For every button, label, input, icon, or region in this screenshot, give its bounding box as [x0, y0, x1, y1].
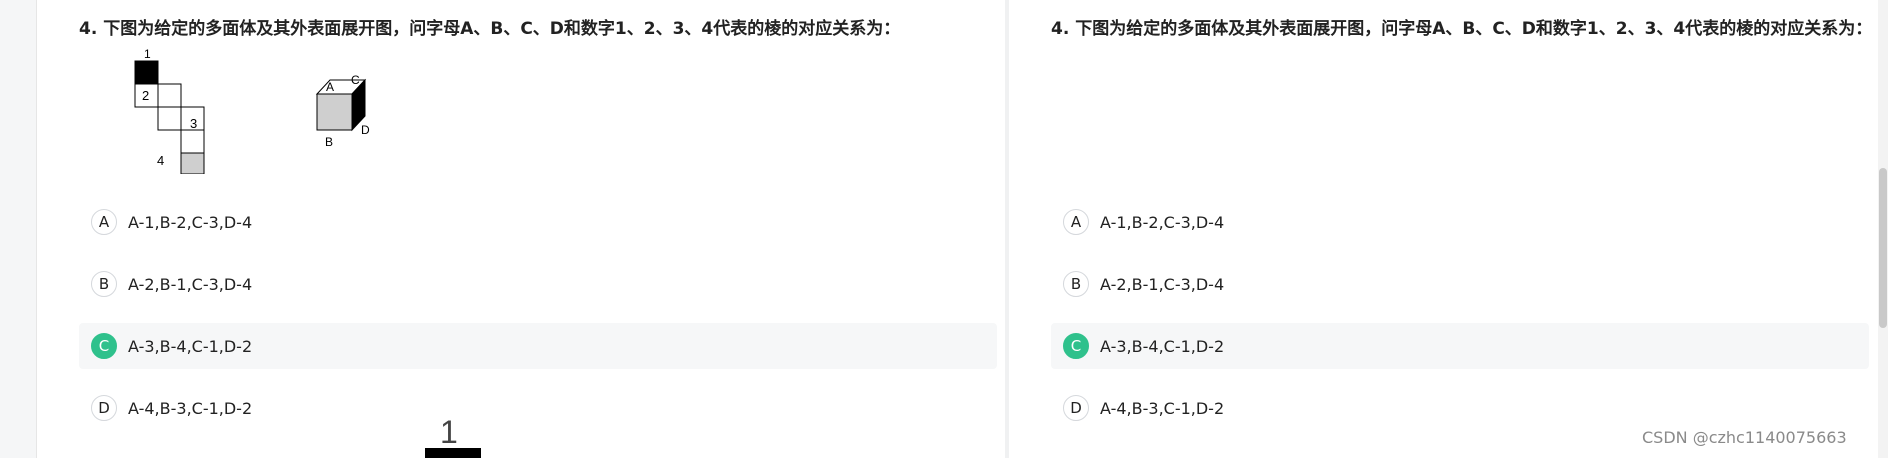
option-d[interactable]: D A-4,B-3,C-1,D-2: [79, 385, 997, 431]
option-d-right-badge[interactable]: D: [1063, 395, 1089, 421]
option-b-text: A-2,B-1,C-3,D-4: [128, 274, 253, 294]
net-label-3: 3: [190, 116, 197, 131]
question-panel-left: 4. 下图为给定的多面体及其外表面展开图，问字母A、B、C、D和数字1、2、3、…: [37, 0, 1005, 458]
option-d-right[interactable]: D A-4,B-3,C-1,D-2: [1051, 385, 1869, 431]
option-a-badge[interactable]: A: [91, 209, 117, 235]
option-a[interactable]: A A-1,B-2,C-3,D-4: [79, 199, 997, 245]
net-label-2: 2: [142, 88, 149, 103]
option-c-right-badge[interactable]: C: [1063, 333, 1089, 359]
option-d-right-text: A-4,B-3,C-1,D-2: [1100, 398, 1225, 418]
cube-label-c: C: [351, 73, 360, 87]
option-a-text: A-1,B-2,C-3,D-4: [128, 212, 253, 232]
cube-label-a: A: [326, 80, 334, 94]
option-c-text: A-3,B-4,C-1,D-2: [128, 336, 253, 356]
left-gutter: [0, 0, 37, 458]
cube-diagram: A C B D: [315, 73, 370, 149]
option-a-right[interactable]: A A-1,B-2,C-3,D-4: [1051, 199, 1869, 245]
question-panel-right: 4. 下图为给定的多面体及其外表面展开图，问字母A、B、C、D和数字1、2、3、…: [1009, 0, 1878, 458]
scrollbar-thumb[interactable]: [1879, 168, 1887, 328]
option-b-right-text: A-2,B-1,C-3,D-4: [1100, 274, 1225, 294]
net-label-1: 1: [144, 47, 151, 61]
option-a-right-badge[interactable]: A: [1063, 209, 1089, 235]
option-d-text: A-4,B-3,C-1,D-2: [128, 398, 253, 418]
cube-label-d: D: [361, 123, 370, 137]
option-c-badge[interactable]: C: [91, 333, 117, 359]
option-b-right-badge[interactable]: B: [1063, 271, 1089, 297]
net-label-4-holder: 4: [157, 153, 164, 168]
question-title-right: 4. 下图为给定的多面体及其外表面展开图，问字母A、B、C、D和数字1、2、3、…: [1051, 19, 1873, 39]
net-label-4: 4: [157, 153, 164, 168]
cropped-figure-fragment: 1: [425, 414, 481, 458]
polyhedron-figure: 1 2 3 A C B D: [134, 47, 370, 174]
option-d-badge[interactable]: D: [91, 395, 117, 421]
cropped-figure-label: 1: [440, 414, 458, 450]
option-c[interactable]: C A-3,B-4,C-1,D-2: [79, 323, 997, 369]
option-b-badge[interactable]: B: [91, 271, 117, 297]
question-title: 4. 下图为给定的多面体及其外表面展开图，问字母A、B、C、D和数字1、2、3、…: [79, 19, 901, 39]
option-c-right[interactable]: C A-3,B-4,C-1,D-2: [1051, 323, 1869, 369]
watermark: CSDN @czhc1140075663: [1642, 428, 1847, 447]
option-c-right-text: A-3,B-4,C-1,D-2: [1100, 336, 1225, 356]
option-b[interactable]: B A-2,B-1,C-3,D-4: [79, 261, 997, 307]
cube-label-b: B: [325, 135, 333, 149]
option-b-right[interactable]: B A-2,B-1,C-3,D-4: [1051, 261, 1869, 307]
option-a-right-text: A-1,B-2,C-3,D-4: [1100, 212, 1225, 232]
